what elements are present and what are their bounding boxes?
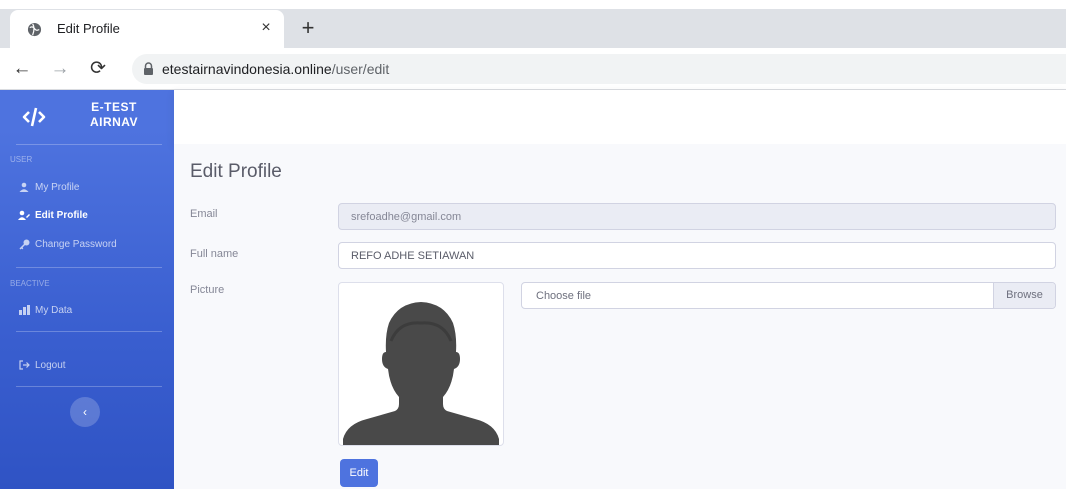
sidebar-item-change-password[interactable]: Change Password <box>18 235 117 253</box>
file-input[interactable]: Choose file Browse <box>521 282 1056 309</box>
edit-button[interactable]: Edit <box>340 459 378 487</box>
reload-icon[interactable]: ⟳ <box>86 57 110 81</box>
url-text: etestairnavindonesia.online/user/edit <box>162 61 389 77</box>
sidebar-heading-user: USER <box>10 155 33 164</box>
logout-icon <box>18 359 30 371</box>
sidebar-item-label: Change Password <box>35 238 117 250</box>
email-label: Email <box>190 208 218 220</box>
sidebar-item-label: Edit Profile <box>35 209 88 221</box>
picture-label: Picture <box>190 284 225 296</box>
tab-title: Edit Profile <box>57 21 120 36</box>
email-field: srefoadhe@gmail.com <box>338 203 1056 230</box>
browse-button[interactable]: Browse <box>993 283 1055 308</box>
user-icon <box>18 181 30 193</box>
back-arrow-icon[interactable]: ← <box>10 57 34 81</box>
url-host: etestairnavindonesia.online <box>162 61 332 77</box>
data-icon <box>18 304 30 316</box>
sidebar-item-label: Logout <box>35 359 66 371</box>
default-avatar-icon <box>343 302 499 445</box>
sidebar-divider <box>16 267 162 268</box>
close-tab-icon[interactable]: × <box>255 17 277 39</box>
user-edit-icon <box>18 209 30 221</box>
main-content: Edit Profile Email srefoadhe@gmail.com F… <box>174 144 1066 489</box>
new-tab-button[interactable]: + <box>296 17 320 41</box>
url-input[interactable]: etestairnavindonesia.online/user/edit <box>132 54 1066 84</box>
brand-line-2: AIRNAV <box>89 115 139 129</box>
code-logo-icon <box>22 107 46 127</box>
sidebar-divider <box>16 386 162 387</box>
fullname-field[interactable]: REFO ADHE SETIAWAN <box>338 242 1056 269</box>
sidebar-divider <box>16 144 162 145</box>
sidebar-item-edit-profile[interactable]: Edit Profile <box>18 206 88 224</box>
sidebar-toggle-button[interactable]: ‹ <box>70 397 100 427</box>
fullname-label: Full name <box>190 248 239 260</box>
sidebar-item-label: My Profile <box>35 181 80 193</box>
globe-icon <box>27 22 42 37</box>
key-icon <box>18 238 30 250</box>
profile-picture <box>338 282 504 446</box>
url-path: /user/edit <box>331 61 390 77</box>
sidebar-divider <box>16 331 162 332</box>
address-bar: ← → ⟳ etestairnavindonesia.online/user/e… <box>0 48 1066 90</box>
topbar <box>174 90 1066 144</box>
browser-tab-strip: Edit Profile × + <box>0 0 1066 48</box>
brand-name: E-TEST AIRNAV <box>74 100 154 130</box>
sidebar-item-label: My Data <box>35 304 73 316</box>
lock-icon <box>144 62 153 75</box>
sidebar-item-logout[interactable]: Logout <box>18 356 66 374</box>
sidebar-brand[interactable]: E-TEST AIRNAV <box>0 90 174 144</box>
brand-line-1: E-TEST <box>91 100 137 114</box>
forward-arrow-icon[interactable]: → <box>48 57 72 81</box>
file-placeholder: Choose file <box>536 290 592 302</box>
sidebar-item-my-profile[interactable]: My Profile <box>18 178 79 196</box>
page-title: Edit Profile <box>190 161 282 182</box>
sidebar-heading-beactive: BEACTIVE <box>10 279 50 288</box>
browser-tab[interactable]: Edit Profile × <box>10 10 284 48</box>
sidebar: E-TEST AIRNAV USER My Profile Edit Profi… <box>0 90 174 489</box>
sidebar-item-my-data[interactable]: My Data <box>18 301 72 319</box>
